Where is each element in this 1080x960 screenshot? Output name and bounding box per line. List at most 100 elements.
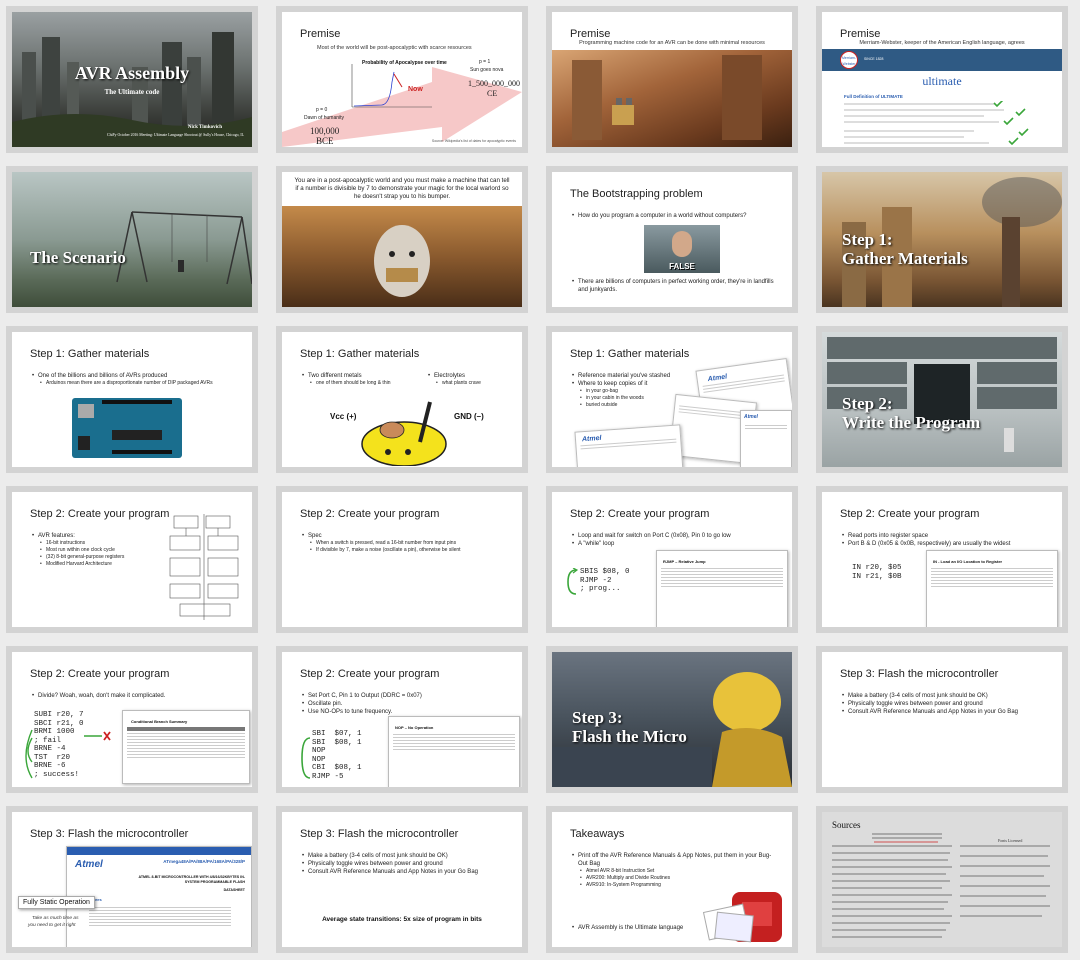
slide-13: Step 2: Create your program AVR features… xyxy=(12,492,252,627)
slide-10: Step 1: Gather materials Two different m… xyxy=(282,332,522,467)
warlord-image xyxy=(282,206,522,307)
slide-thumbnail-3[interactable]: Premise Programming machine code for an … xyxy=(546,6,798,153)
slide-thumbnail-4[interactable]: Premise Merriam-Webster, keeper of the A… xyxy=(816,6,1068,153)
slide-thumbnail-11[interactable]: Step 1: Gather materials Reference mater… xyxy=(546,326,798,473)
sub-bullet-item: one of them should be long & thin xyxy=(302,380,412,387)
slide-thumbnail-24[interactable]: Sources Fonts Licensed xyxy=(816,806,1068,953)
slide-thumbnail-12[interactable]: Step 2: Write the Program xyxy=(816,326,1068,473)
wall-e-junkyard-image xyxy=(552,50,792,147)
bullet-item: Electrolytes xyxy=(428,372,518,380)
slide-title: Step 2: Create your program xyxy=(570,508,710,520)
bullet-item: Make a battery (3-4 cells of most junk s… xyxy=(302,852,512,860)
definition-lines xyxy=(844,101,1029,145)
bullet-item: Port B & D (0x05 & 0x0B, respectively) a… xyxy=(842,540,1052,548)
slide-thumbnail-18[interactable]: Step 2: Create your program Set Port C, … xyxy=(276,646,528,793)
definition-heading: Full Definition of ULTIMATE xyxy=(844,94,903,99)
caption-line: Take as much time as xyxy=(32,916,79,921)
slide-thumbnail-14[interactable]: Step 2: Create your program Spec When a … xyxy=(276,486,528,633)
bullet-item: Make a battery (3-4 cells of most junk s… xyxy=(842,692,1052,700)
slide-21: Step 3: Flash the microcontroller Atmel … xyxy=(12,812,252,947)
footer-note: Average state transitions: 5x size of pr… xyxy=(322,916,482,923)
bullet-item: Oscillate pin. xyxy=(302,700,512,708)
bullet-item: Set Port C, Pin 1 to Output (DDRC = 0x07… xyxy=(302,692,512,700)
sub-bullet-item: AVR200: Multiply and Divide Routines xyxy=(572,875,778,882)
slide-thumbnail-22[interactable]: Step 3: Flash the microcontroller Make a… xyxy=(276,806,528,953)
bullet-item: Read ports into register space xyxy=(842,532,1052,540)
bug-out-bag-image xyxy=(702,892,782,943)
slide-thumbnail-5[interactable]: The Scenario xyxy=(6,166,258,313)
slide-thumbnail-1[interactable]: AVR Assembly The Ultimate code Nick Timk… xyxy=(6,6,258,153)
p1-caption: Sun goes nova xyxy=(470,67,504,73)
slide-14: Step 2: Create your program Spec When a … xyxy=(282,492,522,627)
slide-17: Step 2: Create your program Divide? Woah… xyxy=(12,652,252,787)
slide-title: Premise xyxy=(840,28,881,40)
bullet-item: How do you program a computer in a world… xyxy=(572,212,782,220)
slide-thumbnail-7[interactable]: The Bootstrapping problem How do you pro… xyxy=(546,166,798,313)
meme-caption: FALSE xyxy=(669,262,695,271)
slide-18: Step 2: Create your program Set Port C, … xyxy=(282,652,522,787)
slide-24: Sources Fonts Licensed xyxy=(822,812,1062,947)
p1-label: p = 1 xyxy=(479,59,491,65)
slide-thumbnail-10[interactable]: Step 1: Gather materials Two different m… xyxy=(276,326,528,473)
caption-line: you need to get it right xyxy=(28,923,76,928)
slide-thumbnail-23[interactable]: Takeaways Print off the AVR Reference Ma… xyxy=(546,806,798,953)
nop-doc-page: NOP – No Operation xyxy=(388,716,520,787)
slide-23: Takeaways Print off the AVR Reference Ma… xyxy=(552,812,792,947)
slide-8: Step 1: Gather Materials xyxy=(822,172,1062,307)
slide-subtitle: Programming machine code for an AVR can … xyxy=(579,40,765,46)
bullet-item: AVR Assembly is the Ultimate language xyxy=(572,924,692,932)
mw-logo: Merriam- Webster xyxy=(840,51,858,69)
bullet-item: Physically toggle wires between power an… xyxy=(842,700,1052,708)
slide-3: Premise Programming machine code for an … xyxy=(552,12,792,147)
p1-year: 1_500_000_000 xyxy=(468,79,520,88)
slide-thumbnail-2[interactable]: Premise Most of the world will be post-a… xyxy=(276,6,528,153)
author-text: Nick Timkovich xyxy=(187,125,222,130)
bullet-item: Print off the AVR Reference Manuals & Ap… xyxy=(572,852,778,868)
slide-thumbnail-21[interactable]: Step 3: Flash the microcontroller Atmel … xyxy=(6,806,258,953)
slide-thumbnail-9[interactable]: Step 1: Gather materials One of the bill… xyxy=(6,326,258,473)
slide-thumbnail-15[interactable]: Step 2: Create your program Loop and wai… xyxy=(546,486,798,633)
slide-9: Step 1: Gather materials One of the bill… xyxy=(12,332,252,467)
bullet-item: One of the billions and billions of AVRs… xyxy=(32,372,242,380)
vcc-label: Vcc (+) xyxy=(330,412,357,421)
slide-4: Premise Merriam-Webster, keeper of the A… xyxy=(822,12,1062,147)
loop-arrow xyxy=(301,737,311,779)
callout-box: Fully Static Operation xyxy=(18,896,95,909)
section-title: The Scenario xyxy=(30,248,126,267)
slide-12: Step 2: Write the Program xyxy=(822,332,1062,467)
slide-thumbnail-6[interactable]: You are in a post-apocalyptic world and … xyxy=(276,166,528,313)
branch-arrows xyxy=(25,729,111,779)
avr-block-diagram xyxy=(169,514,239,620)
slide-thumbnail-13[interactable]: Step 2: Create your program AVR features… xyxy=(6,486,258,633)
sub-bullet-item: Most run within one clock cycle xyxy=(32,547,152,554)
slide-title: Step 1: Gather materials xyxy=(300,348,420,360)
bullet-item: Divide? Woah, woah, don't make it compli… xyxy=(32,692,242,700)
arduino-board-image xyxy=(72,398,182,458)
slide-sorter-grid: AVR Assembly The Ultimate code Nick Timk… xyxy=(0,0,1080,960)
source-text: Source: Wikipedia's list of dates for ap… xyxy=(431,139,516,143)
slide-7: The Bootstrapping problem How do you pro… xyxy=(552,172,792,307)
slide-thumbnail-16[interactable]: Step 2: Create your program Read ports i… xyxy=(816,486,1068,633)
sub-bullet-item: in your go-bag xyxy=(572,388,692,395)
sub-bullet-item: Arduinos mean there are a disproportiona… xyxy=(32,380,242,387)
bullet-item: Loop and wait for switch on Port C (0x08… xyxy=(572,532,782,540)
lemon-battery-image xyxy=(361,401,447,466)
slide-2: Premise Most of the world will be post-a… xyxy=(282,12,522,147)
slide-22: Step 3: Flash the microcontroller Make a… xyxy=(282,812,522,947)
slide-thumbnail-20[interactable]: Step 3: Flash the microcontroller Make a… xyxy=(816,646,1068,793)
bullet-item: Reference material you've stashed xyxy=(572,372,692,380)
sub-bullet-item: When a switch is pressed, read a 16-bit … xyxy=(302,540,512,547)
instruction-doc-page: IN - Load an I/O Location to Register xyxy=(926,550,1058,627)
mw-header-bar: Merriam- Webster SINCE 1828 xyxy=(822,49,1062,71)
slide-title: Step 2: Create your program xyxy=(300,508,440,520)
bullet-item: Two different metals xyxy=(302,372,412,380)
sub-bullet-item: 16-bit instructions xyxy=(32,540,152,547)
p0-year: 100,000 xyxy=(310,126,340,136)
slide-thumbnail-17[interactable]: Step 2: Create your program Divide? Woah… xyxy=(6,646,258,793)
slide-thumbnail-8[interactable]: Step 1: Gather Materials xyxy=(816,166,1068,313)
code-block: SBIS $08, 0 RJMP -2 ; prog... xyxy=(580,568,630,593)
slide-20: Step 3: Flash the microcontroller Make a… xyxy=(822,652,1062,787)
slide-title: Takeaways xyxy=(570,828,625,840)
p0-label: p = 0 xyxy=(316,107,328,113)
slide-thumbnail-19[interactable]: Step 3: Flash the Micro xyxy=(546,646,798,793)
